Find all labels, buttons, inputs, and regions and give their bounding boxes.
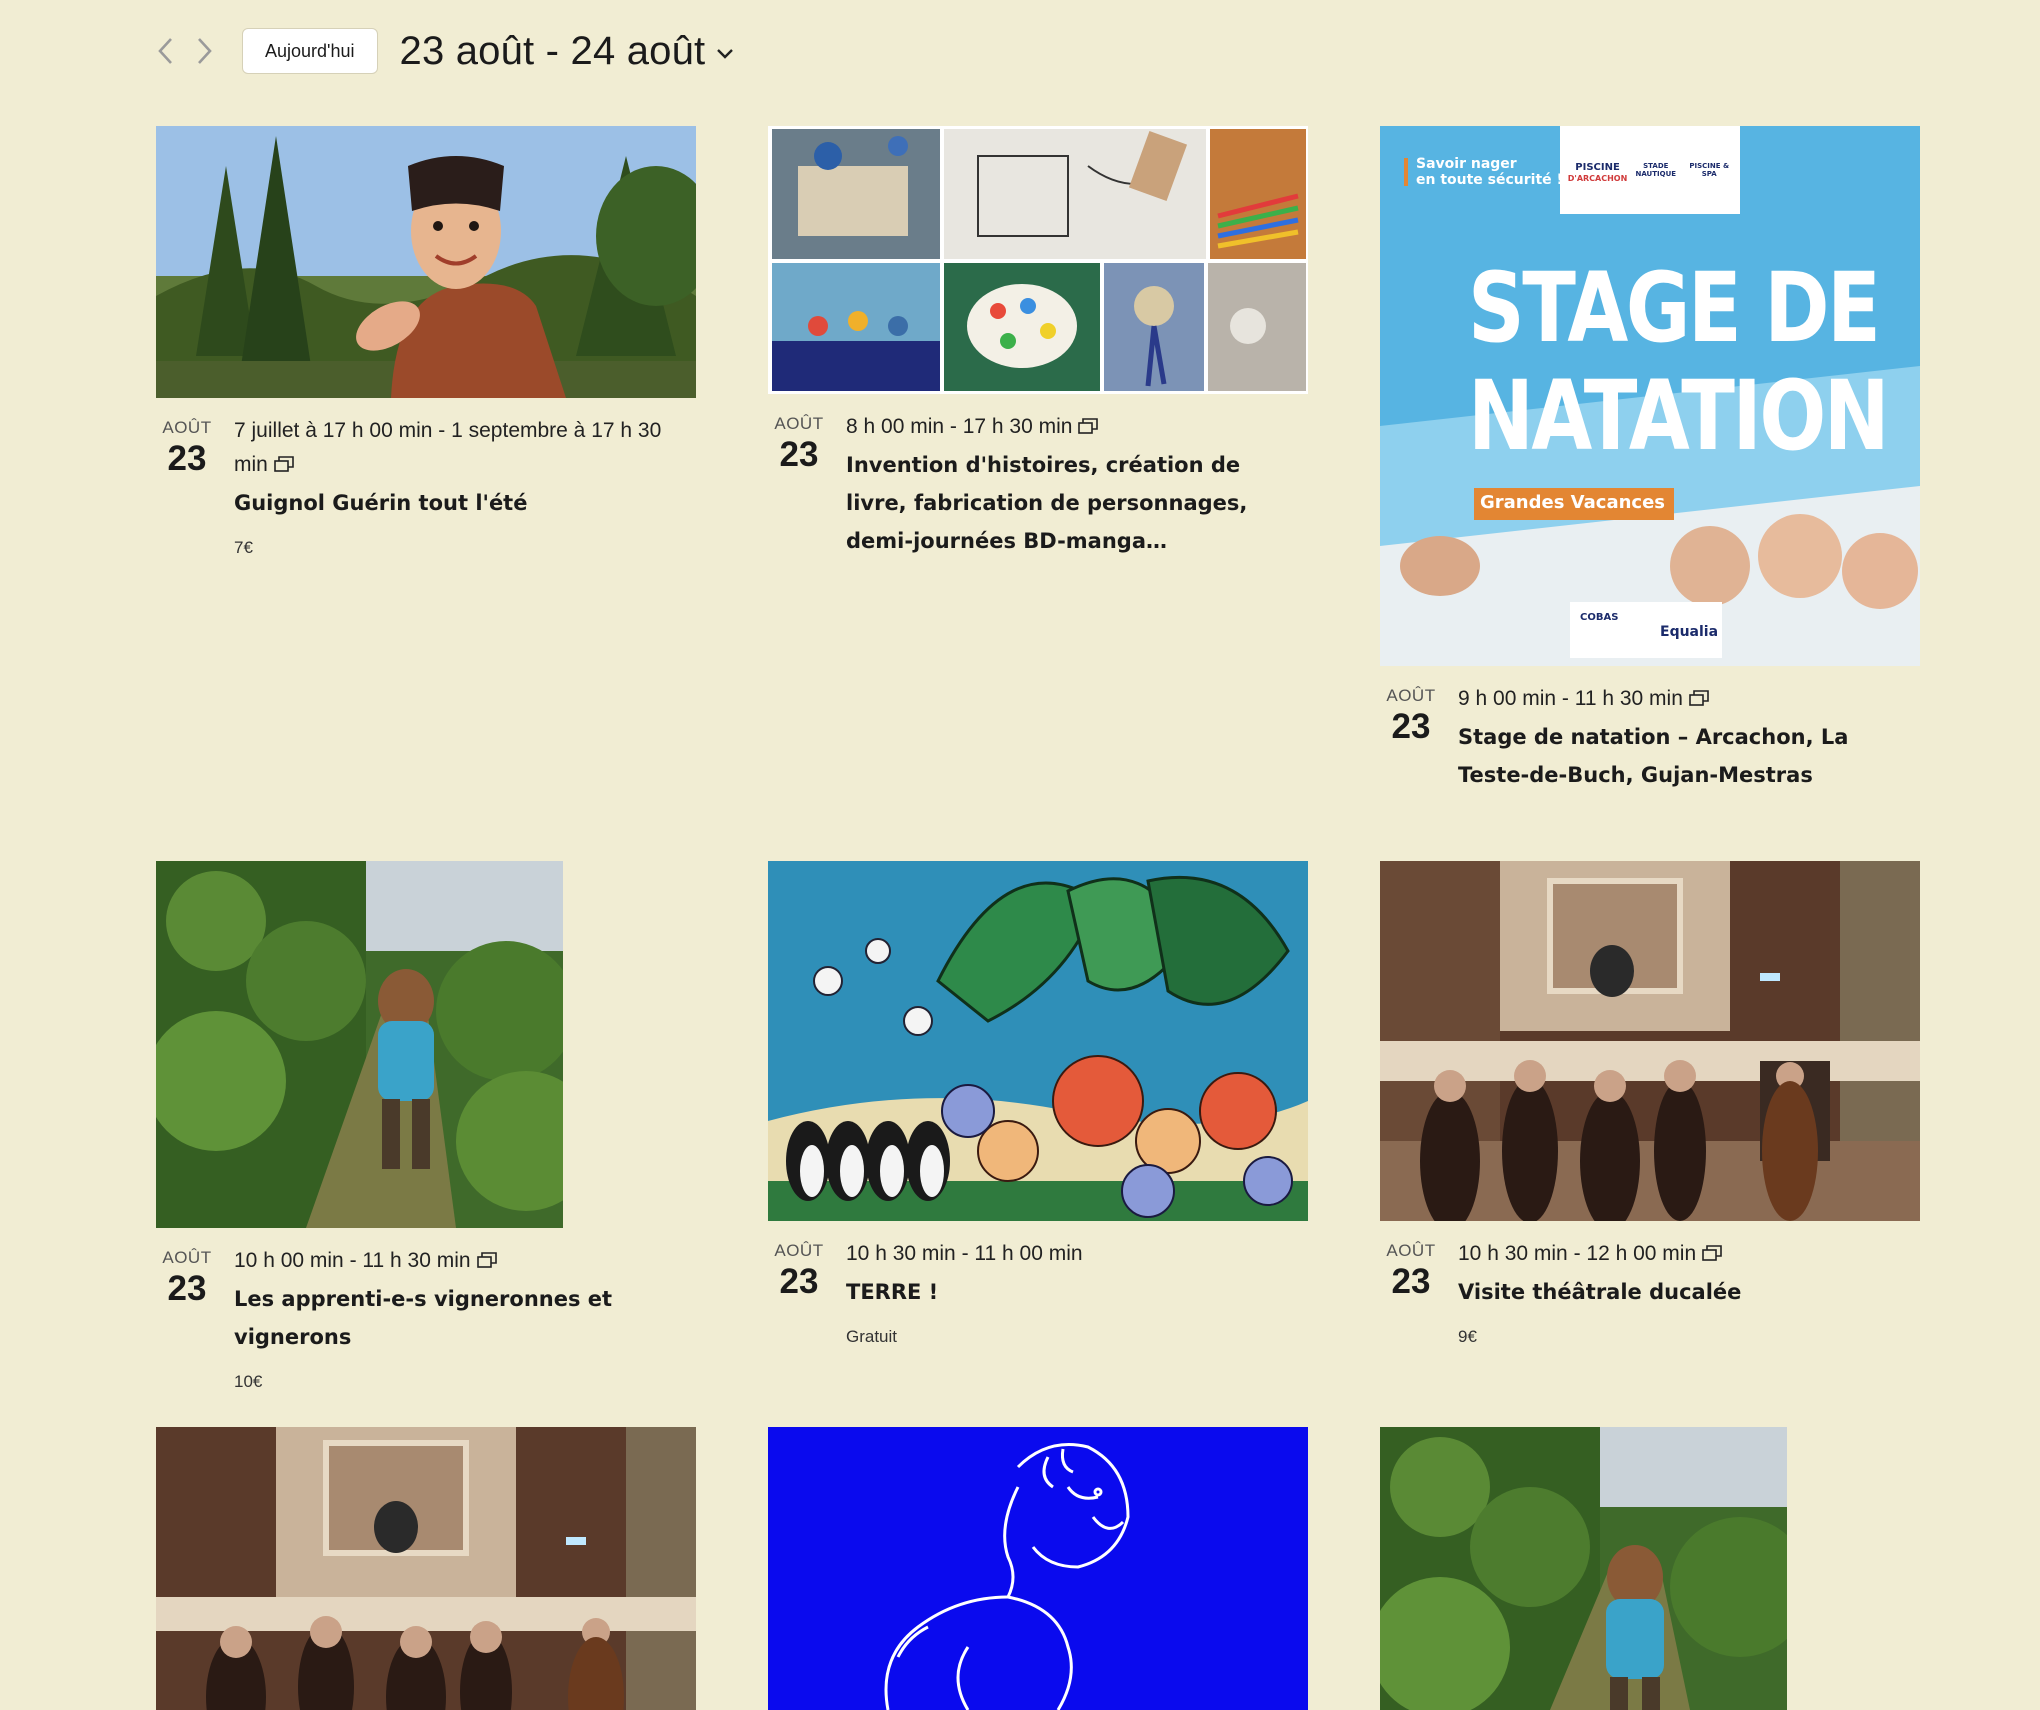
- recurring-icon: [1689, 690, 1709, 706]
- event-date: AOÛT 23: [774, 414, 824, 474]
- event-day: 23: [167, 1269, 207, 1308]
- poster-partner: Equalia: [1660, 624, 1719, 640]
- event-time: 8 h 00 min - 17 h 30 min: [846, 410, 1308, 444]
- event-image[interactable]: [1380, 1427, 1787, 1710]
- poster-cobas-logo: COBAS: [1580, 612, 1619, 623]
- recurring-icon: [1702, 1245, 1722, 1261]
- poster-badge: Grandes Vacances: [1480, 492, 1666, 513]
- event-date: AOÛT 23: [774, 1241, 824, 1301]
- event-image[interactable]: [768, 1427, 1308, 1710]
- poster-tagline-1: Savoir nager: [1416, 156, 1517, 172]
- chevron-left-icon: [158, 38, 172, 64]
- event-price: 10€: [234, 1372, 263, 1391]
- event-card: AOÛT 23 7 juillet à 17 h 00 min - 1 sept…: [156, 126, 696, 558]
- event-meta: AOÛT 23 9 h 00 min - 11 h 30 min Stage d…: [1380, 682, 1920, 794]
- event-meta: AOÛT 23 10 h 30 min - 11 h 00 min TERRE …: [768, 1237, 1308, 1347]
- event-time-text: 10 h 30 min - 11 h 00 min: [846, 1242, 1083, 1265]
- poster-tagline-2: en toute sécurité !: [1416, 172, 1563, 188]
- event-time-text: 8 h 00 min - 17 h 30 min: [846, 415, 1073, 438]
- event-month: AOÛT: [1386, 686, 1436, 705]
- event-title-link[interactable]: Visite théâtrale ducalée: [1458, 1273, 1920, 1311]
- event-time: 7 juillet à 17 h 00 min - 1 septembre à …: [234, 414, 696, 482]
- event-title-link[interactable]: Invention d'histoires, création de livre…: [846, 446, 1308, 560]
- event-time-text: 10 h 30 min - 12 h 00 min: [1458, 1242, 1697, 1265]
- event-title-link[interactable]: TERRE !: [846, 1273, 1308, 1311]
- event-day: 23: [1391, 707, 1431, 746]
- event-price: 7€: [234, 538, 253, 557]
- poster-headline: STAGE DE NATATION: [1468, 252, 1890, 472]
- poster-headline-2: NATATION: [1468, 360, 1890, 472]
- event-meta: AOÛT 23 7 juillet à 17 h 00 min - 1 sept…: [156, 414, 696, 558]
- date-range-picker[interactable]: 23 août - 24 août: [400, 29, 736, 74]
- logo-1b-text: D'ARCACHON: [1567, 174, 1628, 183]
- event-image[interactable]: [1380, 861, 1920, 1221]
- event-day: 23: [1391, 1262, 1431, 1301]
- event-meta: AOÛT 23 10 h 00 min - 11 h 30 min Les ap…: [156, 1244, 696, 1392]
- event-card: AOÛT 23 10 h 00 min - 11 h 30 min Les ap…: [156, 861, 696, 1392]
- event-time: 10 h 30 min - 12 h 00 min: [1458, 1237, 1920, 1271]
- date-range-label: 23 août - 24 août: [399, 28, 706, 73]
- event-month: AOÛT: [1386, 1241, 1436, 1260]
- event-date: AOÛT 23: [1386, 686, 1436, 746]
- event-meta: AOÛT 23 10 h 30 min - 12 h 00 min Visite…: [1380, 1237, 1920, 1347]
- event-card: AOÛT 23 10 h 30 min - 12 h 00 min Visite…: [1380, 861, 1920, 1347]
- event-card: AOÛT 23 10 h 30 min - 11 h 00 min TERRE …: [768, 861, 1308, 1347]
- event-date: AOÛT 23: [162, 418, 212, 478]
- event-card: AOÛT 23 8 h 00 min - 17 h 30 min Inventi…: [768, 126, 1308, 560]
- event-time: 10 h 30 min - 11 h 00 min: [846, 1237, 1308, 1271]
- event-image[interactable]: [156, 1427, 696, 1710]
- event-time: 9 h 00 min - 11 h 30 min: [1458, 682, 1920, 716]
- next-button[interactable]: [190, 31, 218, 71]
- event-month: AOÛT: [162, 418, 212, 437]
- logo-1-text: PISCINE: [1575, 162, 1620, 173]
- event-date: AOÛT 23: [162, 1248, 212, 1308]
- chevron-down-icon: [717, 49, 734, 59]
- event-month: AOÛT: [774, 414, 824, 433]
- event-image[interactable]: [156, 861, 563, 1228]
- recurring-icon: [274, 456, 294, 472]
- poster-logos: PISCINE D'ARCACHON STADE NAUTIQUE PISCINE…: [1566, 162, 1736, 184]
- event-month: AOÛT: [162, 1248, 212, 1267]
- event-date: AOÛT 23: [1386, 1241, 1436, 1301]
- event-card: [156, 1427, 696, 1710]
- event-meta: AOÛT 23 8 h 00 min - 17 h 30 min Inventi…: [768, 410, 1308, 560]
- event-price: Gratuit: [846, 1327, 898, 1346]
- calendar-toolbar: Aujourd'hui 23 août - 24 août: [152, 22, 735, 80]
- recurring-icon: [476, 1252, 497, 1268]
- poster-headline-1: STAGE DE: [1468, 252, 1881, 364]
- event-time-text: 7 juillet à 17 h 00 min - 1 septembre à …: [234, 419, 662, 476]
- event-time: 10 h 00 min - 11 h 30 min: [234, 1244, 696, 1278]
- event-day: 23: [167, 439, 207, 478]
- event-image[interactable]: [768, 861, 1308, 1221]
- event-title-link[interactable]: Les apprenti-e-s vigneronnes et vigneron…: [234, 1280, 696, 1356]
- event-card: [768, 1427, 1308, 1710]
- logo-piscine-spa: PISCINE & SPA: [1689, 162, 1730, 178]
- event-image[interactable]: [768, 126, 1308, 394]
- logo-stade-nautique: STADE NAUTIQUE: [1635, 162, 1677, 178]
- event-time-text: 9 h 00 min - 11 h 30 min: [1458, 687, 1683, 710]
- event-time-text: 10 h 00 min - 11 h 30 min: [234, 1249, 471, 1272]
- recurring-icon: [1078, 418, 1099, 434]
- event-image[interactable]: Savoir nager en toute sécurité ! PISCINE…: [1380, 126, 1920, 666]
- event-title-link[interactable]: Guignol Guérin tout l'été: [234, 484, 696, 522]
- event-card: [1380, 1427, 1920, 1710]
- event-day: 23: [779, 1262, 819, 1301]
- poster-tagline: Savoir nager en toute sécurité !: [1416, 156, 1563, 188]
- event-price: 9€: [1458, 1327, 1477, 1346]
- event-image[interactable]: [156, 126, 696, 398]
- today-button[interactable]: Aujourd'hui: [242, 28, 378, 74]
- logo-piscine-arcachon: PISCINE D'ARCACHON: [1568, 162, 1628, 184]
- event-month: AOÛT: [774, 1241, 824, 1260]
- event-card: Savoir nager en toute sécurité ! PISCINE…: [1380, 126, 1920, 794]
- event-day: 23: [779, 435, 819, 474]
- chevron-right-icon: [198, 38, 212, 64]
- event-title-link[interactable]: Stage de natation – Arcachon, La Teste-d…: [1458, 718, 1920, 794]
- previous-button[interactable]: [152, 31, 180, 71]
